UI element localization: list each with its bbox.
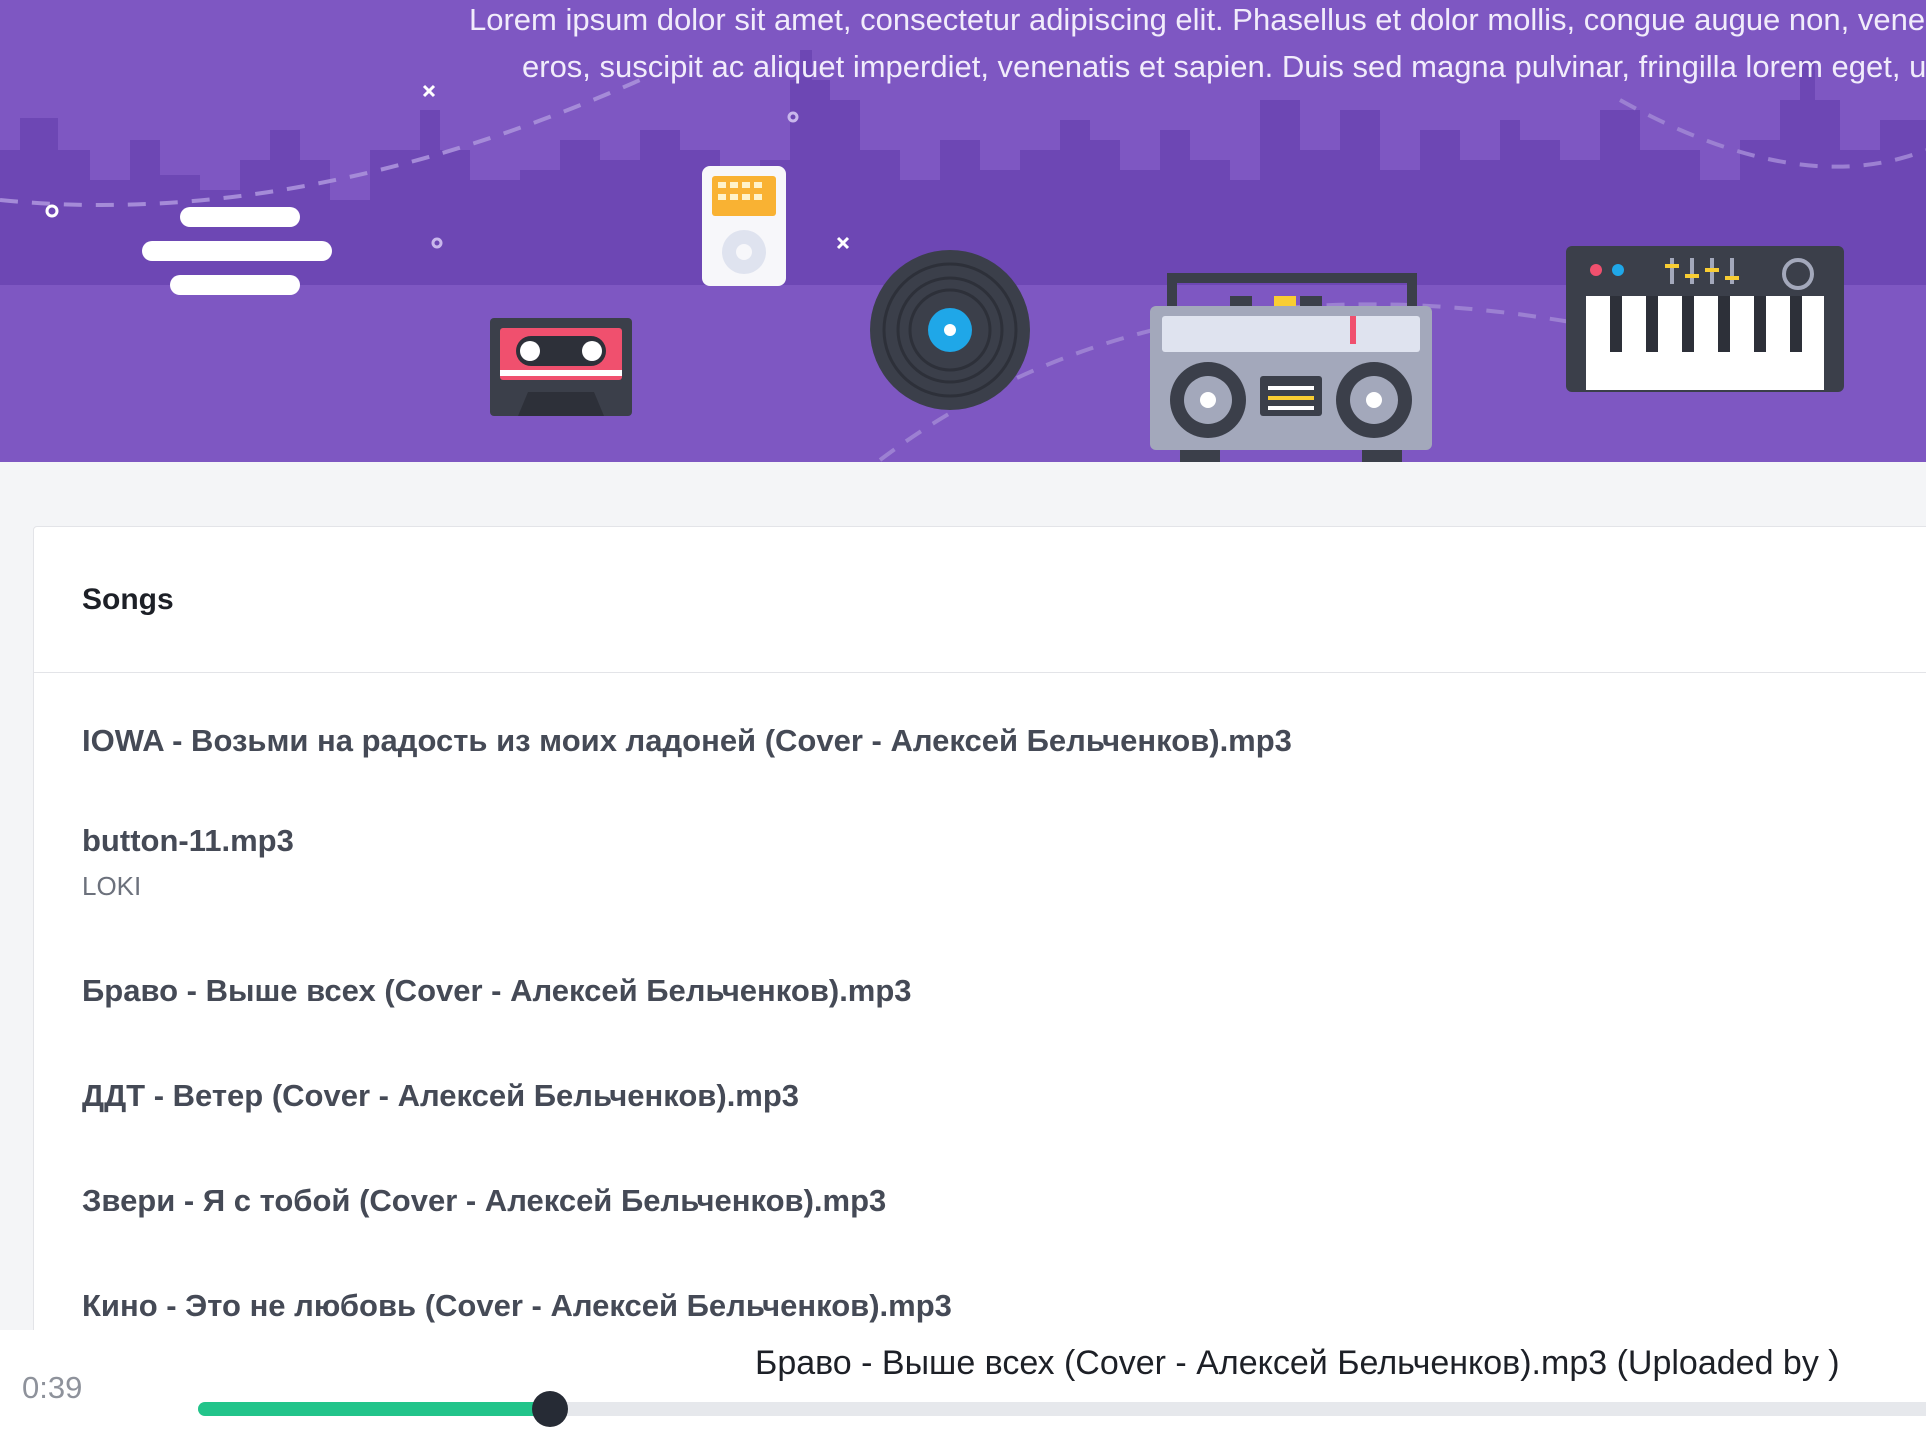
hero-description: Lorem ipsum dolor sit amet, consectetur … — [420, 0, 1926, 90]
synthesizer-icon — [1566, 246, 1844, 392]
song-name[interactable]: ДДТ - Ветер (Cover - Алексей Бельченков)… — [82, 1078, 1882, 1114]
hero-line: eros, suscipit ac aliquet imperdiet, ven… — [522, 49, 1926, 84]
ipod-icon — [702, 166, 786, 286]
song-item[interactable]: Браво - Выше всех (Cover - Алексей Бельч… — [82, 973, 1882, 1009]
song-uploader: LOKI — [82, 871, 142, 901]
hero-banner: Lorem ipsum dolor sit amet, consectetur … — [0, 0, 1926, 462]
songs-title: Songs — [82, 582, 174, 616]
song-item[interactable]: ДДТ - Ветер (Cover - Алексей Бельченков)… — [82, 1078, 1882, 1114]
progress-knob[interactable] — [532, 1391, 568, 1427]
boombox-icon — [1150, 273, 1432, 462]
song-name[interactable]: IOWA - Возьми на радость из моих ладоней… — [82, 723, 1882, 759]
song-name[interactable]: button-11.mp3 — [82, 823, 1882, 859]
song-name[interactable]: Звери - Я с тобой (Cover - Алексей Бельч… — [82, 1183, 1882, 1219]
current-time: 0:39 — [22, 1370, 83, 1405]
audio-player: 0:39 Браво - Выше всех (Cover - Алексей … — [0, 1330, 1926, 1456]
song-item[interactable]: Кино - Это не любовь (Cover - Алексей Бе… — [82, 1288, 1882, 1324]
songs-card: Songs IOWA - Возьми на радость из моих л… — [33, 526, 1926, 1426]
progress-bar[interactable] — [198, 1391, 1926, 1427]
cloud-icon — [142, 207, 332, 295]
song-item[interactable]: button-11.mp3 LOKI — [82, 823, 1882, 902]
song-name[interactable]: Браво - Выше всех (Cover - Алексей Бельч… — [82, 973, 1882, 1009]
song-item[interactable]: Звери - Я с тобой (Cover - Алексей Бельч… — [82, 1183, 1882, 1219]
cassette-icon — [490, 318, 632, 416]
song-item[interactable]: IOWA - Возьми на радость из моих ладоней… — [82, 723, 1882, 759]
song-name[interactable]: Кино - Это не любовь (Cover - Алексей Бе… — [82, 1288, 1882, 1324]
hero-line: Lorem ipsum dolor sit amet, consectetur … — [469, 2, 1926, 37]
progress-fill — [198, 1402, 550, 1416]
now-playing-title: Браво - Выше всех (Cover - Алексей Бельч… — [755, 1344, 1840, 1382]
vinyl-record-icon — [870, 250, 1030, 410]
songs-card-header: Songs — [34, 527, 1926, 673]
